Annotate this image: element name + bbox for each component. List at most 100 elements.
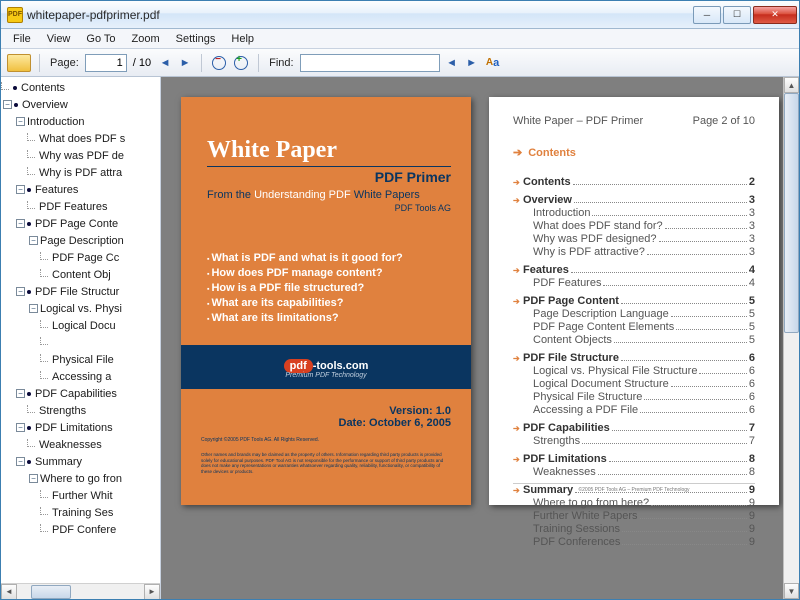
outline-label: Contents	[21, 82, 65, 94]
scroll-down-icon[interactable]: ▼	[784, 583, 799, 599]
menu-file[interactable]: File	[5, 31, 39, 47]
doc-from: From the Understanding PDF White Papers	[207, 189, 451, 201]
toolbar: Page: / 10 ◄ ► Find: ◄ ► Aa	[1, 49, 799, 77]
separator	[258, 54, 259, 72]
outline-item[interactable]: − PDF Limitations	[1, 419, 160, 436]
outline-label: PDF Capabilities	[35, 388, 117, 400]
outline-label: PDF Limitations	[35, 422, 113, 434]
outline-item[interactable]: −Overview	[1, 96, 160, 113]
page-1: White Paper PDF Primer From the Understa…	[181, 97, 471, 505]
outline-label: Where to go fron	[40, 473, 122, 485]
outline-label: PDF Confere	[52, 524, 116, 536]
outline-item[interactable]: PDF Features	[1, 198, 160, 215]
expander-icon[interactable]: −	[29, 236, 38, 245]
menu-zoom[interactable]: Zoom	[124, 31, 168, 47]
outline-item[interactable]: −PDF Page Conte	[1, 215, 160, 232]
menu-settings[interactable]: Settings	[168, 31, 224, 47]
outline-item[interactable]: −Page Description	[1, 232, 160, 249]
outline-label: PDF Features	[39, 201, 107, 213]
menubar: FileViewGo ToZoomSettingsHelp	[1, 29, 799, 49]
outline-label: PDF File Structur	[35, 286, 119, 298]
outline-item[interactable]: Content Obj	[1, 266, 160, 283]
toc-row: ➔Training Sessions9	[513, 523, 755, 535]
expander-icon[interactable]: −	[16, 457, 25, 466]
toc-row: ➔Logical vs. Physical File Structure6	[513, 365, 755, 377]
outline-item[interactable]: −Where to go fron	[1, 470, 160, 487]
maximize-button[interactable]: ☐	[723, 6, 751, 24]
next-page-icon[interactable]: ►	[177, 57, 193, 69]
outline-item[interactable]: PDF Page Cc	[1, 249, 160, 266]
bullet-icon	[27, 426, 31, 430]
outline-item[interactable]: Weaknesses	[1, 436, 160, 453]
outline-item[interactable]: Strengths	[1, 402, 160, 419]
find-next-icon[interactable]: ►	[464, 57, 480, 69]
outline-label: Content Obj	[52, 269, 111, 281]
minimize-button[interactable]: ─	[693, 6, 721, 24]
toc-row: ➔What does PDF stand for?3	[513, 220, 755, 232]
outline-item[interactable]: Training Ses	[1, 504, 160, 521]
scroll-up-icon[interactable]: ▲	[784, 77, 799, 93]
expander-icon[interactable]: −	[3, 100, 12, 109]
toc-row: ➔Where to go from here?9	[513, 497, 755, 509]
page-2: White Paper – PDF PrimerPage 2 of 10 ➔Co…	[489, 97, 779, 505]
outline-item[interactable]: PDF Confere	[1, 521, 160, 538]
titlebar[interactable]: PDF whitepaper-pdfprimer.pdf ─ ☐ ✕	[1, 1, 799, 29]
outline-label: Logical vs. Physi	[40, 303, 122, 315]
viewer-vscrollbar[interactable]: ▲ ▼	[783, 77, 799, 599]
doc-subtitle: PDF Primer	[207, 169, 451, 185]
page-input[interactable]	[85, 54, 127, 72]
outline-item[interactable]: Physical File	[1, 351, 160, 368]
find-input[interactable]	[300, 54, 440, 72]
outline-label: Page Description	[40, 235, 124, 247]
scroll-thumb[interactable]	[31, 585, 71, 599]
open-icon[interactable]	[7, 54, 31, 72]
toc-row: ➔Physical File Structure6	[513, 391, 755, 403]
sidebar-hscrollbar[interactable]: ◄ ►	[1, 583, 160, 599]
expander-icon[interactable]: −	[29, 474, 38, 483]
outline-item[interactable]: Contents	[1, 79, 160, 96]
close-button[interactable]: ✕	[753, 6, 797, 24]
expander-icon[interactable]: −	[16, 389, 25, 398]
zoom-out-icon[interactable]	[210, 54, 228, 72]
outline-item[interactable]: −Features	[1, 181, 160, 198]
find-prev-icon[interactable]: ◄	[444, 57, 460, 69]
toc-row: ➔PDF File Structure6	[513, 352, 755, 364]
expander-icon[interactable]: −	[16, 423, 25, 432]
outline-item[interactable]: − Summary	[1, 453, 160, 470]
outline-tree[interactable]: Contents −Overview−IntroductionWhat does …	[1, 77, 160, 583]
outline-item[interactable]: − PDF Capabilities	[1, 385, 160, 402]
match-case-icon[interactable]: Aa	[484, 54, 502, 72]
outline-item[interactable]: Why was PDF de	[1, 147, 160, 164]
scroll-right-icon[interactable]: ►	[144, 584, 160, 600]
separator	[39, 54, 40, 72]
outline-item[interactable]: Further Whit	[1, 487, 160, 504]
document-viewer[interactable]: White Paper PDF Primer From the Understa…	[161, 77, 799, 599]
zoom-in-icon[interactable]	[232, 54, 250, 72]
expander-icon[interactable]: −	[16, 219, 25, 228]
outline-item[interactable]	[1, 334, 160, 351]
bullet-icon	[27, 392, 31, 396]
expander-icon[interactable]: −	[16, 185, 25, 194]
outline-item[interactable]: What does PDF s	[1, 130, 160, 147]
outline-item[interactable]: Accessing a	[1, 368, 160, 385]
menu-go-to[interactable]: Go To	[78, 31, 123, 47]
outline-item[interactable]: −Logical vs. Physi	[1, 300, 160, 317]
prev-page-icon[interactable]: ◄	[157, 57, 173, 69]
outline-item[interactable]: Why is PDF attra	[1, 164, 160, 181]
outline-item[interactable]: − PDF File Structur	[1, 283, 160, 300]
toc-row: ➔PDF Capabilities7	[513, 422, 755, 434]
expander-icon[interactable]: −	[16, 287, 25, 296]
menu-help[interactable]: Help	[223, 31, 262, 47]
expander-icon[interactable]: −	[16, 117, 25, 126]
outline-item[interactable]: −Introduction	[1, 113, 160, 130]
outline-item[interactable]: Logical Docu	[1, 317, 160, 334]
doc-disclaimer: Other names and brands may be claimed as…	[201, 452, 451, 475]
expander-icon[interactable]: −	[29, 304, 38, 313]
find-label: Find:	[267, 57, 295, 69]
doc-meta: Version: 1.0 Date: October 6, 2005	[339, 405, 452, 429]
outline-label: Summary	[35, 456, 82, 468]
scroll-thumb[interactable]	[784, 93, 799, 333]
menu-view[interactable]: View	[39, 31, 79, 47]
doc-title: White Paper	[207, 137, 451, 164]
scroll-left-icon[interactable]: ◄	[1, 584, 17, 600]
